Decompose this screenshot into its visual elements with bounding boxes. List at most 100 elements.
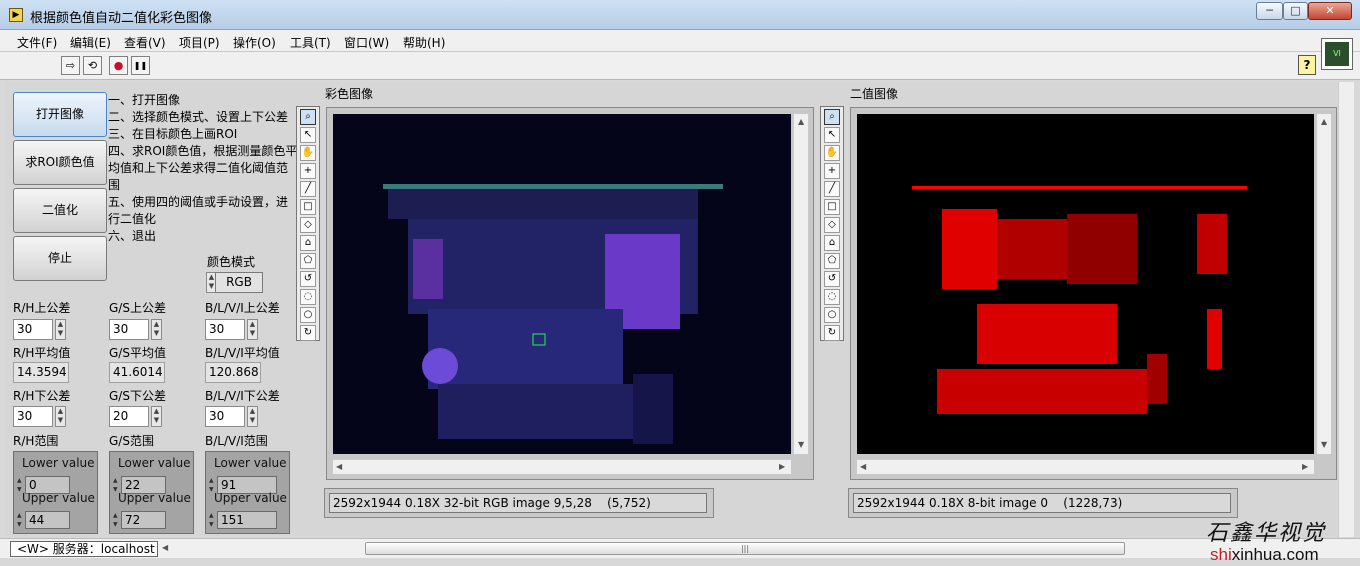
polygon-tool-icon[interactable]: ⬠ xyxy=(300,253,316,269)
b-upper-tolerance-input[interactable]: 30 xyxy=(205,319,245,340)
watermark-logo: 石鑫华视觉 xyxy=(1206,521,1327,546)
g-lower-spinner-icon[interactable]: ▲ ▼ xyxy=(151,406,162,427)
oval-tool-icon[interactable]: ○ xyxy=(824,307,840,323)
point-tool-icon[interactable]: + xyxy=(824,163,840,179)
line-tool-icon[interactable]: ╱ xyxy=(300,181,316,197)
menu-edit[interactable]: 编辑(E) xyxy=(70,34,111,51)
rectangle-tool-icon[interactable]: □ xyxy=(300,199,316,215)
open-image-button[interactable]: 打开图像 xyxy=(13,92,107,137)
menu-file[interactable]: 文件(F) xyxy=(17,34,57,51)
pause-icon[interactable]: ❚❚ xyxy=(131,56,150,75)
scroll-right-icon[interactable]: ▶ xyxy=(779,462,785,471)
upper-value-label: Upper value xyxy=(214,491,287,505)
freehand-region-tool-icon[interactable]: ◌ xyxy=(824,289,840,305)
scroll-left-icon[interactable]: ◀ xyxy=(162,543,168,552)
select-tool-icon[interactable]: ↖ xyxy=(300,127,316,143)
rectangle-tool-icon[interactable]: □ xyxy=(824,199,840,215)
zoom-tool-icon[interactable]: ⌕ xyxy=(824,109,840,125)
run-continuously-icon[interactable]: ⟲ xyxy=(83,56,102,75)
menu-project[interactable]: 项目(P) xyxy=(179,34,220,51)
get-roi-color-button[interactable]: 求ROI颜色值 xyxy=(13,140,107,185)
menu-help[interactable]: 帮助(H) xyxy=(403,34,445,51)
abort-icon[interactable]: ● xyxy=(109,56,128,75)
g-lower-tolerance-label: G/S下公差 xyxy=(109,389,166,403)
g-lower-tolerance-input[interactable]: 20 xyxy=(109,406,149,427)
b-lower-tolerance-input[interactable]: 30 xyxy=(205,406,245,427)
b-upper-spinner-icon[interactable]: ▲ ▼ xyxy=(247,319,258,340)
menu-tools[interactable]: 工具(T) xyxy=(290,34,331,51)
rotated-rect-tool-icon[interactable]: ◇ xyxy=(300,217,316,233)
r-range-cluster: Lower value ▲ ▼ 0 Upper value ▲ ▼ 44 xyxy=(13,451,98,534)
binary-image-viewport[interactable] xyxy=(857,114,1314,454)
polygon-tool-icon[interactable]: ⬠ xyxy=(824,253,840,269)
panel-vertical-scrollbar[interactable] xyxy=(1338,82,1354,537)
color-image-hscroll[interactable]: ◀ ▶ xyxy=(333,459,791,474)
upper-spinner-icon[interactable]: ▲ ▼ xyxy=(209,511,216,529)
g-upper-spinner-icon[interactable]: ▲ ▼ xyxy=(151,319,162,340)
r-lower-spinner-icon[interactable]: ▲ ▼ xyxy=(55,406,66,427)
vi-icon: VI xyxy=(1321,38,1353,70)
upper-spinner-icon[interactable]: ▲ ▼ xyxy=(17,511,24,529)
lower-value-label: Lower value xyxy=(118,456,191,470)
binary-image-label: 二值图像 xyxy=(850,87,899,101)
upper-spinner-icon[interactable]: ▲ ▼ xyxy=(113,511,120,529)
color-image-label: 彩色图像 xyxy=(325,87,374,101)
menu-view[interactable]: 查看(V) xyxy=(124,34,166,51)
g-upper-tolerance-input[interactable]: 30 xyxy=(109,319,149,340)
scroll-left-icon[interactable]: ◀ xyxy=(860,462,866,471)
color-image-viewport[interactable] xyxy=(333,114,791,454)
close-button[interactable]: ✕ xyxy=(1308,2,1352,20)
binarize-button[interactable]: 二值化 xyxy=(13,188,107,233)
scroll-left-icon[interactable]: ◀ xyxy=(336,462,342,471)
scroll-up-icon[interactable]: ▲ xyxy=(1321,117,1327,126)
rotate-tool-icon[interactable]: ↻ xyxy=(824,325,840,341)
panel-horizontal-scrollbar[interactable]: ||| xyxy=(365,542,1125,555)
stop-button[interactable]: 停止 xyxy=(13,236,107,281)
freehand-tool-icon[interactable]: ↺ xyxy=(300,271,316,287)
help-icon[interactable]: ? xyxy=(1298,55,1316,75)
instruction-line: 四、求ROI颜色值，根据测量颜色平均值和上下公差求得二值化阈值范围 xyxy=(108,144,298,192)
b-upper-value[interactable]: 151 xyxy=(217,511,277,529)
maximize-button[interactable]: □ xyxy=(1283,2,1308,20)
binary-image-hscroll[interactable]: ◀ ▶ xyxy=(857,459,1314,474)
pan-tool-icon[interactable]: ✋ xyxy=(300,145,316,161)
oval-tool-icon[interactable]: ○ xyxy=(300,307,316,323)
annulus-tool-icon[interactable]: ⌂ xyxy=(824,235,840,251)
scroll-down-icon[interactable]: ▼ xyxy=(798,440,804,449)
point-tool-icon[interactable]: + xyxy=(300,163,316,179)
menu-window[interactable]: 窗口(W) xyxy=(344,34,389,51)
binary-image-status-box: 2592x1944 0.18X 8-bit image 0 (1228,73) xyxy=(848,488,1238,518)
minimize-button[interactable]: ─ xyxy=(1256,2,1283,20)
freehand-tool-icon[interactable]: ↺ xyxy=(824,271,840,287)
scroll-right-icon[interactable]: ▶ xyxy=(1302,462,1308,471)
pan-tool-icon[interactable]: ✋ xyxy=(824,145,840,161)
annulus-tool-icon[interactable]: ⌂ xyxy=(300,235,316,251)
b-lower-spinner-icon[interactable]: ▲ ▼ xyxy=(247,406,258,427)
g-mean-label: G/S平均值 xyxy=(109,346,166,360)
line-tool-icon[interactable]: ╱ xyxy=(824,181,840,197)
toolbar: ⇨ ⟲ ● ❚❚ xyxy=(0,52,1360,80)
scroll-up-icon[interactable]: ▲ xyxy=(798,117,804,126)
instruction-line: 一、打开图像 xyxy=(108,93,181,107)
menu-operate[interactable]: 操作(O) xyxy=(233,34,276,51)
scroll-down-icon[interactable]: ▼ xyxy=(1321,440,1327,449)
r-lower-tolerance-label: R/H下公差 xyxy=(13,389,71,403)
select-tool-icon[interactable]: ↖ xyxy=(824,127,840,143)
g-upper-value[interactable]: 72 xyxy=(121,511,166,529)
zoom-tool-icon[interactable]: ⌕ xyxy=(300,109,316,125)
upper-value-label: Upper value xyxy=(22,491,95,505)
r-upper-spinner-icon[interactable]: ▲ ▼ xyxy=(55,319,66,340)
color-mode-selector[interactable]: RGB xyxy=(215,272,263,293)
rotated-rect-tool-icon[interactable]: ◇ xyxy=(824,217,840,233)
r-upper-value[interactable]: 44 xyxy=(25,511,70,529)
b-mean-value: 120.868 xyxy=(205,362,261,383)
b-range-cluster: Lower value ▲ ▼ 91 Upper value ▲ ▼ 151 xyxy=(205,451,290,534)
run-arrow-icon[interactable]: ⇨ xyxy=(61,56,80,75)
color-image-vscroll[interactable]: ▲ ▼ xyxy=(793,114,808,454)
r-lower-tolerance-input[interactable]: 30 xyxy=(13,406,53,427)
r-upper-tolerance-input[interactable]: 30 xyxy=(13,319,53,340)
binary-image-vscroll[interactable]: ▲ ▼ xyxy=(1316,114,1331,454)
freehand-region-tool-icon[interactable]: ◌ xyxy=(300,289,316,305)
rotate-tool-icon[interactable]: ↻ xyxy=(300,325,316,341)
lower-value-label: Lower value xyxy=(214,456,287,470)
